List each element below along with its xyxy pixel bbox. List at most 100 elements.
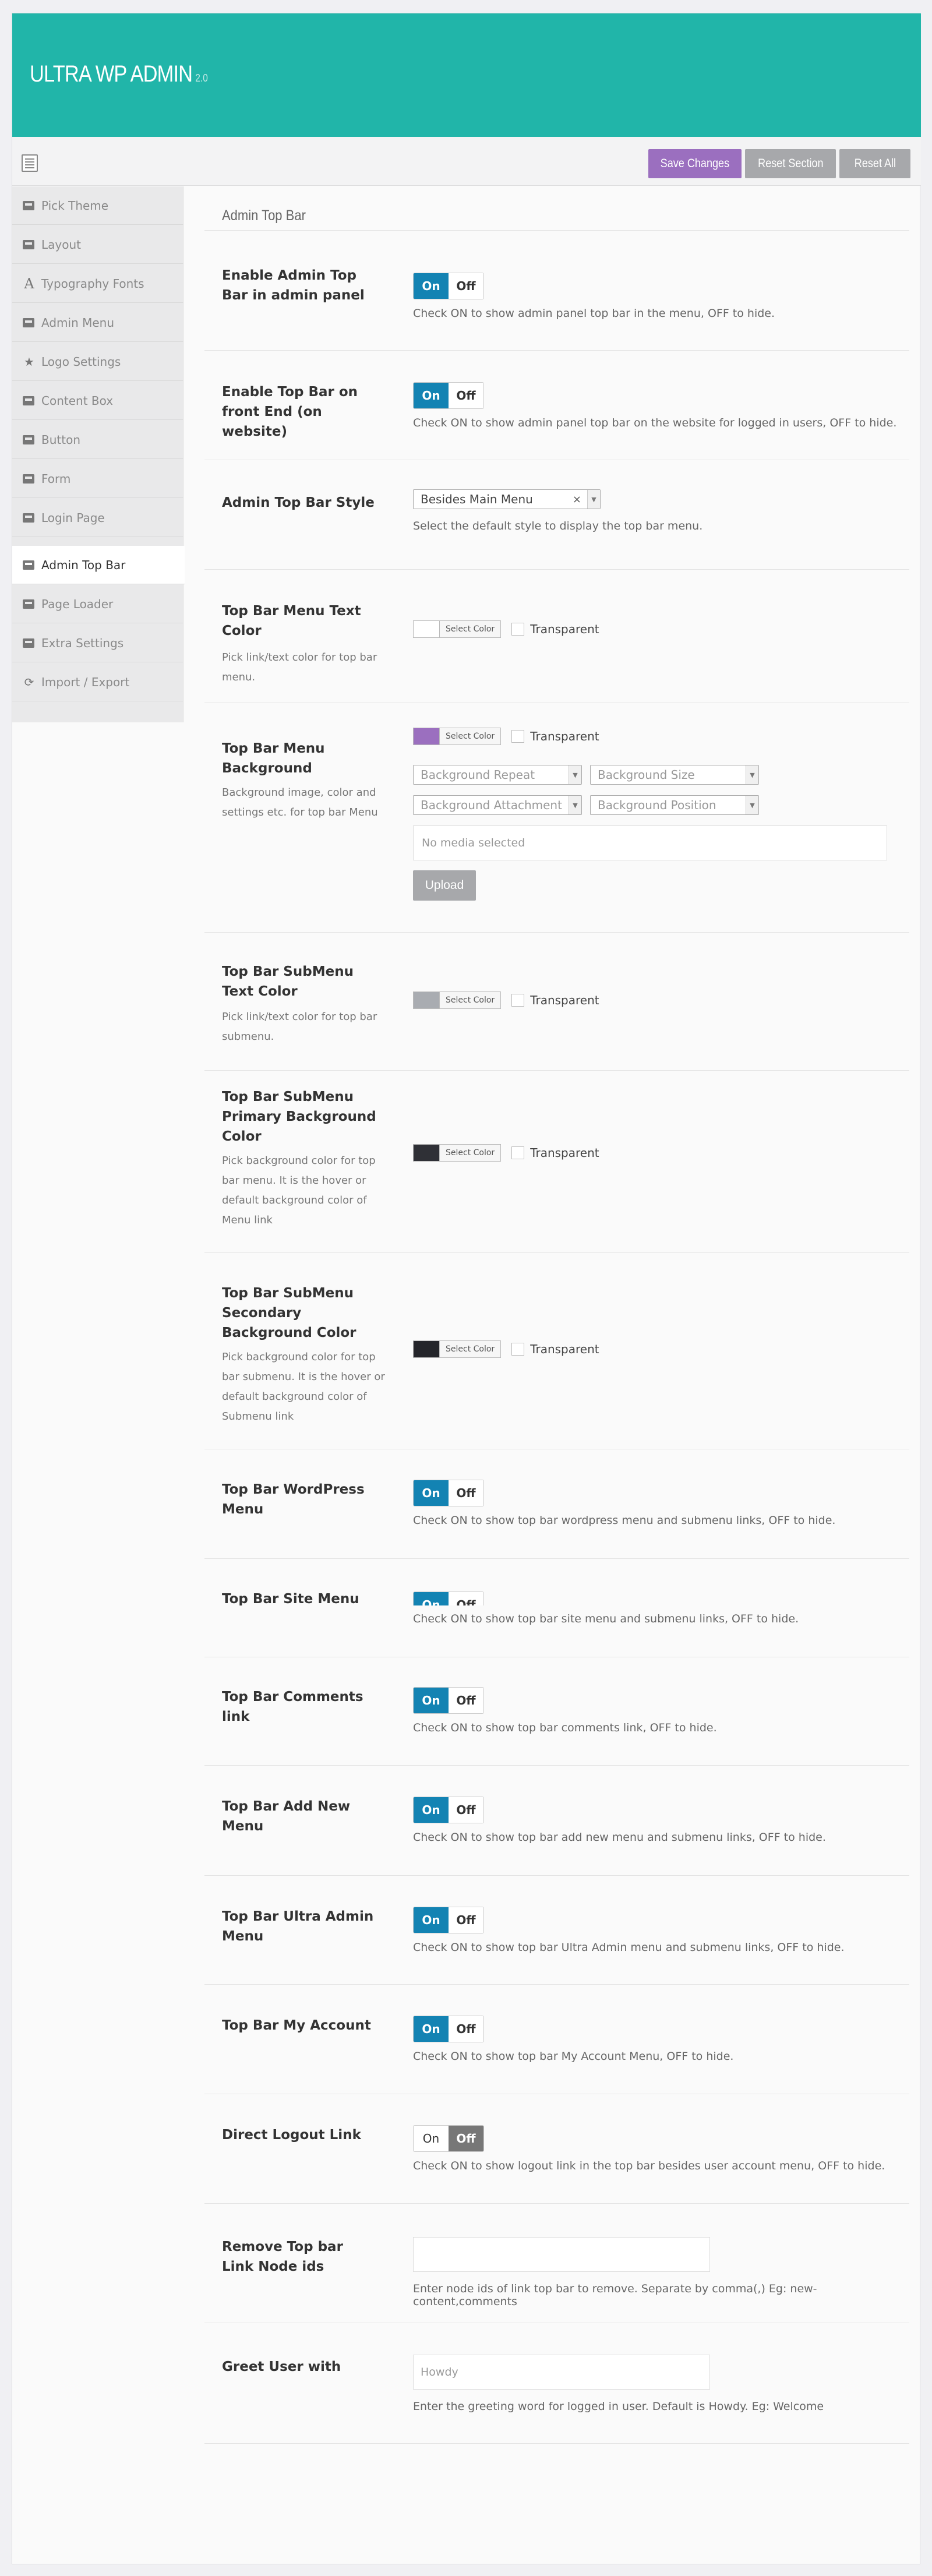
enable-admin-toggle[interactable]: On Off	[413, 273, 484, 299]
select-color-button[interactable]: Select Color	[440, 1144, 502, 1162]
media-field[interactable]: No media selected	[413, 825, 887, 860]
sidebar-item-extra-settings[interactable]: Extra Settings	[12, 624, 183, 662]
select-color-button[interactable]: Select Color	[440, 991, 502, 1009]
select-color-button[interactable]: Select Color	[440, 620, 502, 638]
chevron-down-icon: ▼	[569, 765, 581, 784]
screen-icon	[23, 560, 34, 570]
field-label-ultra-admin: Top Bar Ultra Admin Menu	[222, 1909, 374, 1944]
toggle-on[interactable]: On	[414, 1688, 449, 1713]
toggle-off[interactable]: Off	[449, 1480, 483, 1506]
select-color-button[interactable]: Select Color	[440, 728, 502, 745]
page-icon	[22, 154, 38, 172]
toggle-off[interactable]: Off	[449, 383, 483, 408]
save-changes-button[interactable]: Save Changes	[648, 149, 742, 178]
my-account-toggle[interactable]: On Off	[413, 2016, 484, 2042]
field-label-comments: Top Bar Comments link	[222, 1689, 363, 1724]
color-swatch[interactable]	[413, 991, 440, 1009]
help-text: Check ON to show top bar site menu and s…	[413, 1612, 799, 1625]
style-select[interactable]: Besides Main Menu × ▼	[413, 489, 601, 509]
sidebar-item-label: Form	[41, 471, 71, 486]
sidebar-item-typography-fonts[interactable]: A Typography Fonts	[12, 264, 183, 303]
screen-icon	[23, 239, 34, 249]
reset-all-label: Reset All	[854, 157, 896, 170]
select-color-button[interactable]: Select Color	[440, 1340, 502, 1358]
divider	[204, 2443, 909, 2444]
help-text: Check ON to show top bar My Account Menu…	[413, 2050, 734, 2063]
toggle-on[interactable]: On	[414, 2126, 449, 2151]
toggle-on[interactable]: On	[414, 1907, 449, 1933]
color-swatch[interactable]	[413, 728, 440, 745]
toggle-off[interactable]: Off	[449, 1592, 483, 1605]
remove-nodes-input[interactable]	[413, 2237, 710, 2272]
transparent-checkbox[interactable]	[511, 994, 525, 1007]
toggle-off[interactable]: Off	[449, 1907, 483, 1933]
wordpress-menu-toggle[interactable]: On Off	[413, 1480, 484, 1506]
toggle-on[interactable]: On	[414, 1592, 449, 1605]
transparent-checkbox[interactable]	[511, 1146, 525, 1159]
toggle-on[interactable]: On	[414, 2016, 449, 2042]
divider	[204, 1558, 909, 1559]
upload-button[interactable]: Upload	[413, 870, 476, 901]
color-swatch[interactable]	[413, 620, 440, 638]
toolbar: Save Changes Reset Section Reset All	[12, 137, 921, 186]
transparent-checkbox[interactable]	[511, 730, 525, 743]
background-position-select[interactable]: Background Position ▼	[590, 795, 759, 815]
divider	[204, 569, 909, 570]
clear-icon[interactable]: ×	[573, 493, 581, 506]
sidebar-item-label: Login Page	[41, 510, 105, 525]
toggle-on[interactable]: On	[414, 1480, 449, 1506]
comments-toggle[interactable]: On Off	[413, 1687, 484, 1714]
field-description: Pick link/text color for top bar menu.	[222, 651, 377, 683]
field-label-site-menu: Top Bar Site Menu	[222, 1592, 359, 1605]
divider	[204, 1875, 909, 1876]
toggle-on[interactable]: On	[414, 273, 449, 299]
sidebar-item-import-export[interactable]: ⟳ Import / Export	[12, 663, 183, 701]
field-label-menu-text-color: Top Bar Menu Text Color	[222, 604, 361, 638]
field-label-style: Admin Top Bar Style	[222, 495, 375, 510]
sidebar-item-label: Typography Fonts	[41, 276, 144, 291]
sidebar-item-admin-menu[interactable]: Admin Menu	[12, 304, 183, 342]
sidebar-item-page-loader[interactable]: Page Loader	[12, 585, 183, 623]
sidebar-item-login-page[interactable]: Login Page	[12, 499, 183, 537]
sidebar-item-label: Button	[41, 432, 80, 447]
sidebar-item-label: Pick Theme	[41, 198, 109, 213]
add-new-toggle[interactable]: On Off	[413, 1797, 484, 1823]
background-repeat-select[interactable]: Background Repeat ▼	[413, 765, 582, 785]
logout-toggle[interactable]: On Off	[413, 2125, 484, 2152]
toggle-on[interactable]: On	[414, 383, 449, 408]
transparent-label: Transparent	[530, 622, 599, 636]
greet-input[interactable]: Howdy	[413, 2355, 710, 2390]
toggle-off[interactable]: Off	[449, 1797, 483, 1823]
background-attachment-select[interactable]: Background Attachment ▼	[413, 795, 582, 815]
reset-all-button[interactable]: Reset All	[839, 149, 910, 178]
background-size-select[interactable]: Background Size ▼	[590, 765, 759, 785]
transparent-checkbox[interactable]	[511, 1343, 525, 1356]
transparent-label: Transparent	[530, 729, 599, 743]
sidebar-item-content-box[interactable]: Content Box	[12, 382, 183, 420]
color-swatch[interactable]	[413, 1144, 440, 1162]
ultra-admin-toggle[interactable]: On Off	[413, 1907, 484, 1933]
site-menu-toggle[interactable]: On Off	[413, 1592, 484, 1605]
sidebar-item-pick-theme[interactable]: Pick Theme	[12, 186, 183, 225]
sidebar-item-button[interactable]: Button	[12, 421, 183, 459]
sidebar-item-form[interactable]: Form	[12, 460, 183, 498]
star-icon: ★	[24, 354, 34, 369]
reset-section-button[interactable]: Reset Section	[745, 149, 836, 178]
color-swatch[interactable]	[413, 1340, 440, 1358]
app-title-text: ULTRA WP ADMIN	[30, 61, 193, 87]
toggle-off[interactable]: Off	[449, 273, 483, 299]
toggle-off[interactable]: Off	[449, 1688, 483, 1713]
app-version: 2.0	[195, 72, 208, 84]
field-description: Pick background color for top bar submen…	[222, 1351, 385, 1423]
screen-icon	[23, 599, 34, 609]
menu-bg-color-picker: Select Color Transparent	[413, 727, 599, 746]
field-description: Pick link/text color for top bar submenu…	[222, 1011, 377, 1043]
toggle-on[interactable]: On	[414, 1797, 449, 1823]
sidebar-item-logo-settings[interactable]: ★ Logo Settings	[12, 343, 183, 381]
sidebar-item-layout[interactable]: Layout	[12, 225, 183, 264]
transparent-checkbox[interactable]	[511, 623, 525, 636]
enable-front-toggle[interactable]: On Off	[413, 382, 484, 409]
toggle-off[interactable]: Off	[449, 2126, 483, 2151]
sidebar-item-admin-top-bar[interactable]: Admin Top Bar	[12, 546, 185, 584]
toggle-off[interactable]: Off	[449, 2016, 483, 2042]
